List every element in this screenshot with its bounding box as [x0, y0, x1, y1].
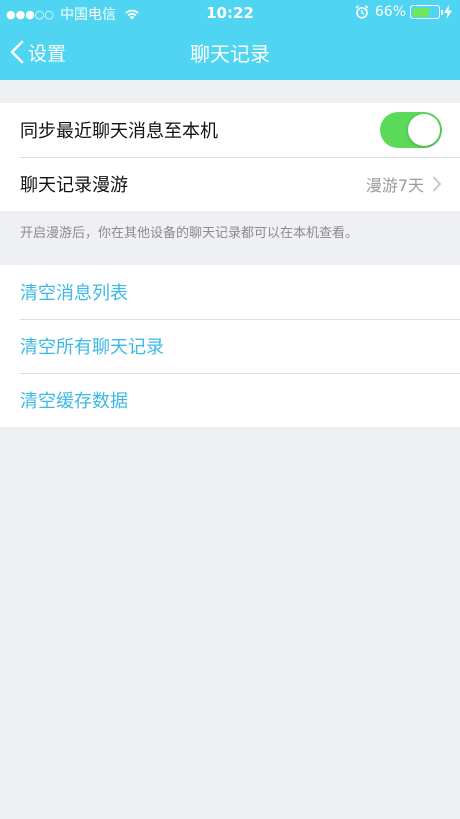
- toggle-knob: [408, 114, 440, 146]
- page-title: 聊天记录: [190, 42, 270, 66]
- chat-sync-group: 同步最近聊天消息至本机 聊天记录漫游 漫游7天: [0, 103, 460, 211]
- navigation-header: ●●●○○ 中国电信 10:22 66% 设置 聊天记录: [0, 0, 460, 80]
- clear-message-list-label: 清空消息列表: [20, 283, 128, 304]
- clear-all-chat-history-button[interactable]: 清空所有聊天记录: [0, 319, 460, 373]
- sync-recent-messages-toggle[interactable]: [380, 112, 442, 148]
- chat-roaming-value: 漫游7天: [365, 176, 424, 195]
- chat-roaming-row[interactable]: 聊天记录漫游 漫游7天: [0, 157, 460, 211]
- battery-icon: [410, 5, 443, 19]
- chevron-right-icon: [433, 176, 441, 192]
- sync-recent-messages-label: 同步最近聊天消息至本机: [20, 121, 218, 142]
- clear-cache-label: 清空缓存数据: [20, 391, 128, 412]
- clear-all-chat-history-label: 清空所有聊天记录: [20, 337, 164, 358]
- status-bar: ●●●○○ 中国电信 10:22 66%: [0, 0, 460, 26]
- clear-actions-group: 清空消息列表 清空所有聊天记录 清空缓存数据: [0, 265, 460, 427]
- roaming-footnote: 开启漫游后，你在其他设备的聊天记录都可以在本机查看。: [20, 226, 359, 241]
- chat-roaming-label: 聊天记录漫游: [20, 175, 128, 196]
- alarm-clock-icon: [355, 5, 369, 19]
- battery-percent: 66%: [374, 4, 406, 20]
- clear-message-list-button[interactable]: 清空消息列表: [0, 265, 460, 319]
- bolt-icon: [444, 5, 452, 19]
- clear-cache-button[interactable]: 清空缓存数据: [0, 373, 460, 427]
- sync-recent-messages-row: 同步最近聊天消息至本机: [0, 103, 460, 157]
